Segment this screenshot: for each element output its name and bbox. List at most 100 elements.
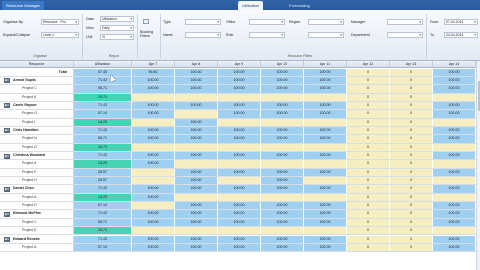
day-cell[interactable]: 100.00 [218,101,261,110]
header-apr-9[interactable]: Apr 9 [218,61,261,68]
day-cell[interactable]: 100.00 [175,152,218,160]
day-cell[interactable]: 0 [347,210,390,218]
utilization-cell[interactable]: 14.29 [74,160,132,168]
resource-card-icon[interactable] [4,153,10,159]
day-cell[interactable]: 0 [347,185,390,193]
day-cell[interactable]: 100.00 [175,76,218,85]
day-cell[interactable]: 100.00 [304,243,347,252]
header-apr-7[interactable]: Apr 7 [132,61,175,68]
day-cell[interactable]: 100.00 [132,110,175,118]
day-cell[interactable]: 100.00 [261,210,304,218]
day-cell[interactable] [132,118,175,126]
day-cell[interactable]: 0 [347,135,390,143]
day-cell[interactable]: 100.00 [175,126,218,135]
utilization-cell[interactable]: 15.71 [74,93,132,101]
day-cell[interactable] [433,143,476,151]
utilization-cell[interactable]: 71.43 [74,126,132,135]
day-cell[interactable]: 100.00 [218,185,261,193]
day-cell[interactable]: 100.00 [218,202,261,210]
day-cell[interactable]: 100.00 [433,110,476,118]
day-cell[interactable]: 100.00 [261,85,304,93]
to-date-field[interactable]: 24-04-2014 [444,32,478,38]
day-cell[interactable]: 100.00 [218,243,261,252]
day-cell[interactable] [304,93,347,101]
day-cell[interactable]: 100.00 [261,101,304,110]
day-cell[interactable] [132,168,175,177]
day-cell[interactable]: 100.00 [304,168,347,177]
utilization-cell[interactable]: 28.57 [74,177,132,185]
day-cell[interactable]: 100.00 [218,110,261,118]
day-cell[interactable] [433,118,476,126]
day-cell[interactable] [261,227,304,235]
day-cell[interactable] [261,93,304,101]
day-cell[interactable]: 100.00 [304,210,347,218]
day-cell[interactable]: 100.00 [218,126,261,135]
resource-card-icon[interactable] [4,186,10,192]
project-row[interactable]: Project E 15.71 0 0 [0,227,480,236]
day-cell[interactable] [433,227,476,235]
day-cell[interactable]: 0 [390,218,433,227]
header-apr-12[interactable]: Apr 12 [347,61,390,68]
day-cell[interactable]: 0 [347,177,390,185]
day-cell[interactable] [175,93,218,101]
day-cell[interactable]: 100.00 [261,185,304,193]
utilization-cell[interactable]: 55.71 [74,135,132,143]
day-cell[interactable]: 100.00 [433,85,476,93]
day-cell[interactable]: 96.60 [132,68,175,76]
day-cell[interactable]: 100.00 [175,135,218,143]
day-cell[interactable] [218,118,261,126]
day-cell[interactable]: 100.00 [132,235,175,243]
day-cell[interactable]: 100.00 [132,243,175,252]
day-cell[interactable]: 100.00 [433,152,476,160]
day-cell[interactable]: 100.00 [304,185,347,193]
resource-row[interactable]: Edmund McPhie 71.43 100.00 100.00 100.00 100.… [0,210,480,219]
day-cell[interactable]: 100.00 [132,152,175,160]
day-cell[interactable]: 100.00 [433,210,476,218]
day-cell[interactable]: 100.00 [132,160,175,168]
day-cell[interactable]: 100.00 [261,68,304,76]
manager-dropdown[interactable] [387,19,423,25]
project-row[interactable]: Project G 57.14 100.00 100.00 100.00 100.00 0 0… [0,110,480,119]
day-cell[interactable]: 100.00 [132,218,175,227]
resource-card-icon[interactable] [4,237,10,242]
day-cell[interactable]: 0 [390,135,433,143]
project-row[interactable]: Project D 57.14 100.00 100.00 100.00 100.00 0 0… [0,202,480,211]
day-cell[interactable] [304,177,347,185]
utilization-cell[interactable]: 71.43 [74,235,132,243]
day-cell[interactable]: 100.00 [175,68,218,76]
day-cell[interactable]: 100.00 [218,218,261,227]
day-cell[interactable]: 100.00 [304,101,347,110]
day-cell[interactable]: 100.00 [175,177,218,185]
day-cell[interactable]: 100.00 [175,202,218,210]
project-row[interactable]: Project D 15.71 0 0 [0,143,480,152]
unit-dropdown[interactable]: % [100,34,134,40]
day-cell[interactable]: 0 [390,76,433,85]
day-cell[interactable] [304,143,347,151]
day-cell[interactable]: 100.00 [433,135,476,143]
day-cell[interactable]: 100.00 [175,218,218,227]
day-cell[interactable]: 100.00 [261,168,304,177]
day-cell[interactable] [132,93,175,101]
day-cell[interactable]: 100.00 [261,218,304,227]
day-cell[interactable]: 0 [347,152,390,160]
day-cell[interactable]: 100.00 [132,85,175,93]
day-cell[interactable]: 100.00 [261,152,304,160]
organise-by-dropdown[interactable]: Resource - Pro [41,19,79,25]
day-cell[interactable]: 100.00 [433,101,476,110]
header-apr-13[interactable]: Apr 13 [390,61,433,68]
day-cell[interactable]: 100.00 [175,85,218,93]
day-cell[interactable] [218,160,261,168]
utilization-cell[interactable]: 15.71 [74,143,132,151]
day-cell[interactable]: 100.00 [261,135,304,143]
day-cell[interactable]: 0 [347,93,390,101]
day-cell[interactable]: 100.00 [175,185,218,193]
day-cell[interactable] [304,160,347,168]
utilization-cell[interactable]: 71.43 [74,76,132,85]
tab-blank-2[interactable] [160,1,168,10]
day-cell[interactable]: 100.00 [175,243,218,252]
day-cell[interactable] [218,193,261,202]
day-cell[interactable] [132,202,175,210]
utilization-cell[interactable]: 57.14 [74,110,132,118]
day-cell[interactable]: 100.00 [175,101,218,110]
day-cell[interactable]: 0 [390,168,433,177]
